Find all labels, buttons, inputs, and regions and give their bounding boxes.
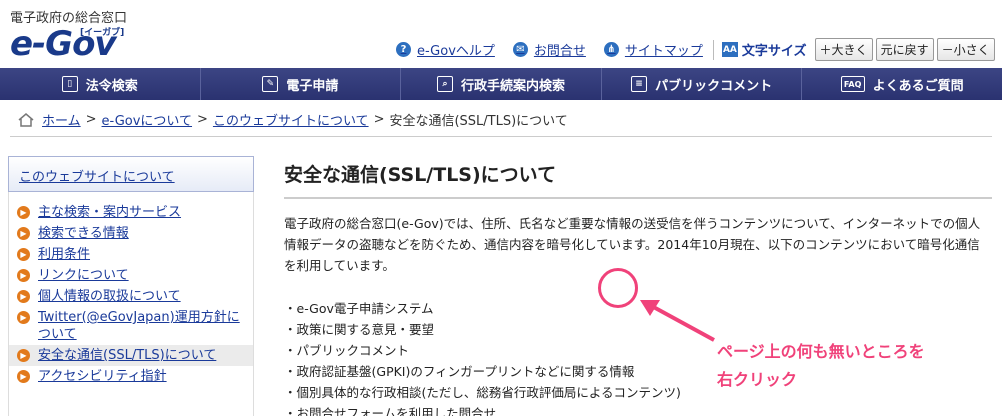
gnav-faq[interactable]: FAQ よくあるご質問 [802, 68, 1002, 100]
breadcrumb-website[interactable]: このウェブサイトについて [213, 110, 369, 129]
page-title: 安全な通信(SSL/TLS)について [284, 156, 992, 199]
sidebar-item-twitter-policy[interactable]: ▶ Twitter(@eGovJapan)運用方針について [9, 307, 253, 345]
gnav-public-comment[interactable]: ≡ パブリックコメント [602, 68, 803, 100]
divider [10, 136, 992, 137]
breadcrumb-separator: > [85, 112, 97, 127]
arrow-bullet-icon: ▶ [17, 206, 30, 219]
utility-nav: ? e-Govヘルプ ✉ お問合せ ⋔ サイトマップ AA 文字サイズ ＋大きく… [396, 38, 998, 61]
faq-icon: FAQ [840, 76, 865, 92]
intro-paragraph: 電子政府の総合窓口(e-Gov)では、住所、氏名など重要な情報の送受信を伴うコン… [284, 216, 981, 273]
sidebar-item-accessibility[interactable]: ▶ アクセシビリティ指針 [9, 366, 253, 387]
arrow-bullet-icon: ▶ [17, 269, 30, 282]
help-link[interactable]: ? e-Govヘルプ [396, 40, 495, 59]
egov-logo[interactable]: e-Gov [イーガブ] [10, 22, 130, 66]
breadcrumb-home[interactable]: ホーム [42, 110, 81, 129]
gnav-law-search[interactable]: ▯ 法令検索 [0, 68, 201, 100]
sidebar: このウェブサイトについて ▶ 主な検索・案内サービス ▶ 検索できる情報 ▶ 利… [8, 156, 254, 416]
sidebar-heading-link[interactable]: このウェブサイトについて [19, 170, 175, 185]
divider [712, 39, 714, 60]
search-icon: ⌕ [436, 76, 453, 92]
gnav-e-application[interactable]: ✎ 電子申請 [201, 68, 402, 100]
home-icon [18, 112, 34, 127]
site-header: 電子政府の総合窓口 e-Gov [イーガブ] ? e-Govヘルプ ✉ お問合せ… [0, 0, 1002, 68]
arrow-bullet-icon: ▶ [17, 248, 30, 261]
contact-link[interactable]: ✉ お問合せ [512, 40, 586, 59]
arrow-bullet-icon: ▶ [17, 227, 30, 240]
sidebar-item-searchable-info[interactable]: ▶ 検索できる情報 [9, 223, 253, 244]
logo-reading: [イーガブ] [80, 28, 125, 38]
arrow-bullet-icon: ▶ [17, 311, 30, 324]
arrow-bullet-icon: ▶ [17, 290, 30, 303]
sidebar-heading: このウェブサイトについて [8, 156, 254, 192]
font-size-label: AA 文字サイズ [721, 42, 807, 59]
arrow-bullet-icon: ▶ [17, 370, 30, 383]
breadcrumb-separator: > [197, 112, 208, 127]
sidebar-item-links[interactable]: ▶ リンクについて [9, 265, 253, 286]
font-size-icon: AA [721, 42, 738, 57]
annotation-line-2: 右クリック [717, 370, 798, 389]
font-smaller-button[interactable]: －小さく [936, 38, 995, 61]
breadcrumb: ホーム > e-Govについて > このウェブサイトについて > 安全な通信(S… [18, 110, 568, 129]
book-icon: ▯ [61, 76, 78, 92]
breadcrumb-separator: > [373, 112, 385, 127]
list-item: ・お問合せフォームを利用した問合せ [284, 406, 497, 416]
sitemap-link[interactable]: ⋔ サイトマップ [603, 40, 703, 59]
mail-icon: ✉ [512, 42, 528, 57]
help-icon: ? [396, 42, 411, 57]
global-nav: ▯ 法令検索 ✎ 電子申請 ⌕ 行政手続案内検索 ≡ パブリックコメント FAQ… [0, 68, 1002, 100]
breadcrumb-current: 安全な通信(SSL/TLS)について [389, 114, 568, 129]
annotation-arrow-icon [640, 300, 715, 342]
sidebar-list: ▶ 主な検索・案内サービス ▶ 検索できる情報 ▶ 利用条件 ▶ リンクについて… [8, 192, 254, 416]
annotation-circle [598, 268, 638, 308]
sidebar-item-ssl-tls[interactable]: ▶ 安全な通信(SSL/TLS)について [9, 345, 253, 366]
arrow-bullet-icon: ▶ [17, 349, 30, 362]
sidebar-item-main-services[interactable]: ▶ 主な検索・案内サービス [9, 202, 253, 223]
sitemap-icon: ⋔ [603, 42, 619, 57]
gnav-procedure-search[interactable]: ⌕ 行政手続案内検索 [401, 68, 602, 100]
annotation-text: ページ上の何も無いところを 右クリック [717, 338, 925, 394]
font-reset-button[interactable]: 元に戻す [875, 38, 934, 61]
sidebar-item-terms[interactable]: ▶ 利用条件 [9, 244, 253, 265]
breadcrumb-about[interactable]: e-Govについて [102, 110, 193, 129]
sidebar-item-privacy[interactable]: ▶ 個人情報の取扱について [9, 286, 253, 307]
comment-icon: ≡ [631, 76, 648, 92]
pen-icon: ✎ [262, 76, 279, 92]
font-bigger-button[interactable]: ＋大きく [814, 38, 873, 61]
annotation-line-1: ページ上の何も無いところを [717, 342, 925, 361]
